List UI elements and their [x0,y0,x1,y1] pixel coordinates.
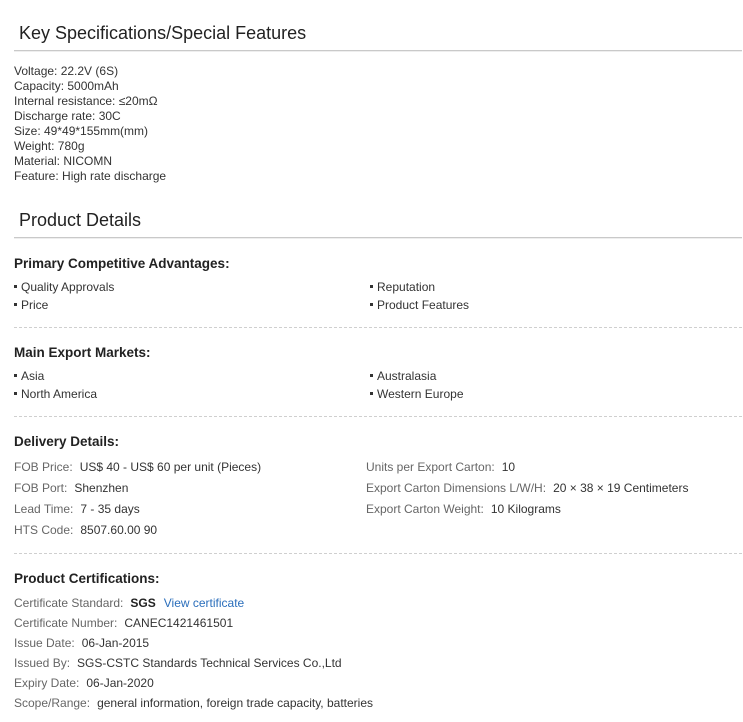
spec-material: Material: NICOMN [14,154,113,168]
spec-capacity: Capacity: 5000mAh [14,79,119,93]
divider [14,416,742,417]
lead-time-value: 7 - 35 days [80,502,140,516]
lead-time-label: Lead Time: [14,502,74,516]
product-details-rule [14,237,742,239]
issued-by-row: Issued By: SGS-CSTC Standards Technical S… [14,656,342,670]
product-details-title: Product Details [19,210,142,230]
advantage-label: Product Features [377,298,470,312]
issue-date-label: Issue Date: [14,636,75,650]
spec-resistance: Internal resistance: ≤20mΩ [14,94,158,108]
bullet-icon [14,303,17,307]
bullet-icon [14,285,17,289]
cert-standard-row: Certificate Standard: SGS View certificate [14,596,244,610]
carton-weight-label: Export Carton Weight: [366,502,484,516]
divider [14,327,742,328]
spec-weight: Weight: 780g [14,139,85,153]
issue-date-row: Issue Date: 06-Jan-2015 [14,636,149,650]
expiry-date-row: Expiry Date: 06-Jan-2020 [14,676,154,690]
certifications-heading: Product Certifications: [14,571,160,586]
list-item: Australasia [370,369,436,383]
carton-dimensions-row: Export Carton Dimensions L/W/H: 20 × 38 ×… [366,481,688,495]
fob-price-row: FOB Price: US$ 40 - US$ 60 per unit (Piec… [14,460,261,474]
cert-number-value: CANEC1421461501 [124,616,234,630]
cert-number-row: Certificate Number: CANEC1421461501 [14,616,233,630]
list-item: North America [14,387,97,401]
bullet-icon [370,285,373,289]
expiry-date-value: 06-Jan-2020 [86,676,154,690]
fob-price-value: US$ 40 - US$ 60 per unit (Pieces) [79,460,262,474]
spec-discharge: Discharge rate: 30C [14,109,121,123]
advantage-label: Quality Approvals [21,280,115,294]
spec-feature: Feature: High rate discharge [14,169,167,183]
fob-port-label: FOB Port: [14,481,68,495]
units-carton-label: Units per Export Carton: [366,460,495,474]
hts-code-value: 8507.60.00 90 [80,523,158,537]
divider [14,553,742,554]
bullet-icon [370,303,373,307]
carton-weight-value: 10 Kilograms [490,502,561,516]
delivery-heading: Delivery Details: [14,434,120,449]
list-item: Asia [14,369,44,383]
issued-by-value: SGS-CSTC Standards Technical Services Co… [77,656,342,670]
expiry-date-label: Expiry Date: [14,676,80,690]
list-item: Quality Approvals [14,280,114,294]
advantage-label: Reputation [377,280,436,294]
carton-dimensions-value: 20 × 38 × 19 Centimeters [553,481,689,495]
market-label: Western Europe [377,387,464,401]
cert-standard-value: SGS [130,596,156,610]
carton-dimensions-label: Export Carton Dimensions L/W/H: [366,481,547,495]
list-item: Price [14,298,48,312]
fob-port-value: Shenzhen [74,481,129,495]
market-label: Australasia [377,369,437,383]
list-item: Reputation [370,280,435,294]
carton-weight-row: Export Carton Weight: 10 Kilograms [366,502,561,516]
bullet-icon [370,392,373,396]
scope-value: general information, foreign trade capac… [97,696,373,710]
scope-row: Scope/Range: general information, foreign… [14,696,373,710]
fob-price-label: FOB Price: [14,460,73,474]
list-item: Product Features [370,298,469,312]
hts-code-row: HTS Code: 8507.60.00 90 [14,523,157,537]
units-carton-value: 10 [501,460,516,474]
fob-port-row: FOB Port: Shenzhen [14,481,128,495]
spec-list: Voltage: 22.2V (6S) Capacity: 5000mAh In… [14,64,166,184]
cert-standard-label: Certificate Standard: [14,596,124,610]
markets-heading: Main Export Markets: [14,345,151,360]
bullet-icon [14,374,17,378]
cert-number-label: Certificate Number: [14,616,118,630]
advantage-label: Price [21,298,49,312]
bullet-icon [14,392,17,396]
units-carton-row: Units per Export Carton: 10 [366,460,515,474]
key-specs-rule [14,50,742,52]
lead-time-row: Lead Time: 7 - 35 days [14,502,140,516]
list-item: Western Europe [370,387,464,401]
hts-code-label: HTS Code: [14,523,74,537]
issue-date-value: 06-Jan-2015 [81,636,150,650]
bullet-icon [370,374,373,378]
spec-size: Size: 49*49*155mm(mm) [14,124,149,138]
view-certificate-link[interactable]: View certificate [164,596,244,610]
spec-voltage: Voltage: 22.2V (6S) [14,64,119,78]
key-specs-title: Key Specifications/Special Features [19,23,307,43]
market-label: Asia [21,369,45,383]
advantages-heading: Primary Competitive Advantages: [14,256,230,271]
scope-label: Scope/Range: [14,696,91,710]
market-label: North America [21,387,98,401]
issued-by-label: Issued By: [14,656,71,670]
